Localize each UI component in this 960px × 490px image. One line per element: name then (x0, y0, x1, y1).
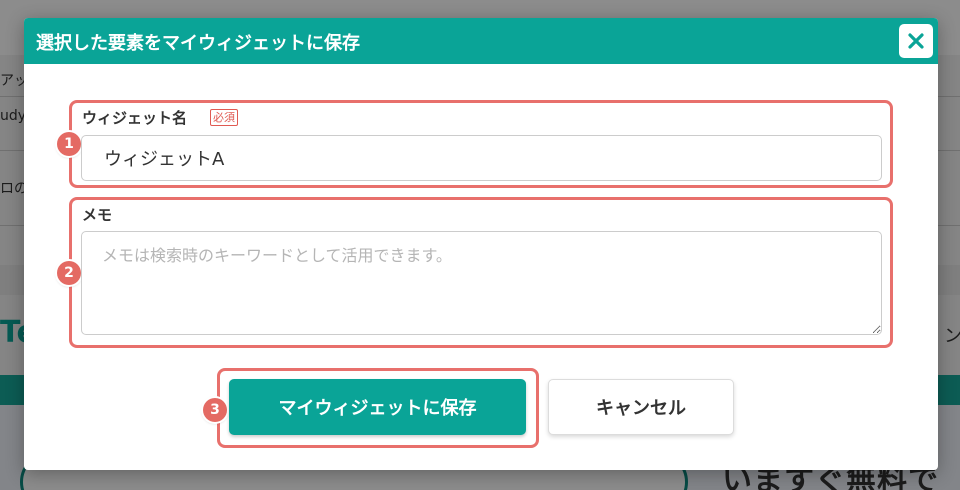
close-button[interactable] (899, 24, 933, 58)
save-to-my-widget-button[interactable]: マイウィジェットに保存 (229, 379, 526, 435)
save-widget-modal: 選択した要素をマイウィジェットに保存 1 ウィジェット名 必須 2 メモ 3 マ… (24, 18, 938, 470)
memo-label: メモ (82, 206, 113, 224)
step-badge-2: 2 (57, 261, 81, 285)
required-badge: 必須 (210, 109, 238, 126)
step-badge-3: 3 (203, 398, 227, 422)
modal-title: 選択した要素をマイウィジェットに保存 (36, 33, 360, 54)
step-badge-1: 1 (57, 132, 81, 156)
close-icon (908, 33, 924, 49)
widget-name-label: ウィジェット名 (82, 109, 188, 127)
modal-header: 選択した要素をマイウィジェットに保存 (24, 18, 938, 64)
memo-textarea[interactable] (81, 231, 882, 335)
widget-name-input[interactable] (81, 135, 882, 181)
cancel-button[interactable]: キャンセル (548, 379, 734, 435)
